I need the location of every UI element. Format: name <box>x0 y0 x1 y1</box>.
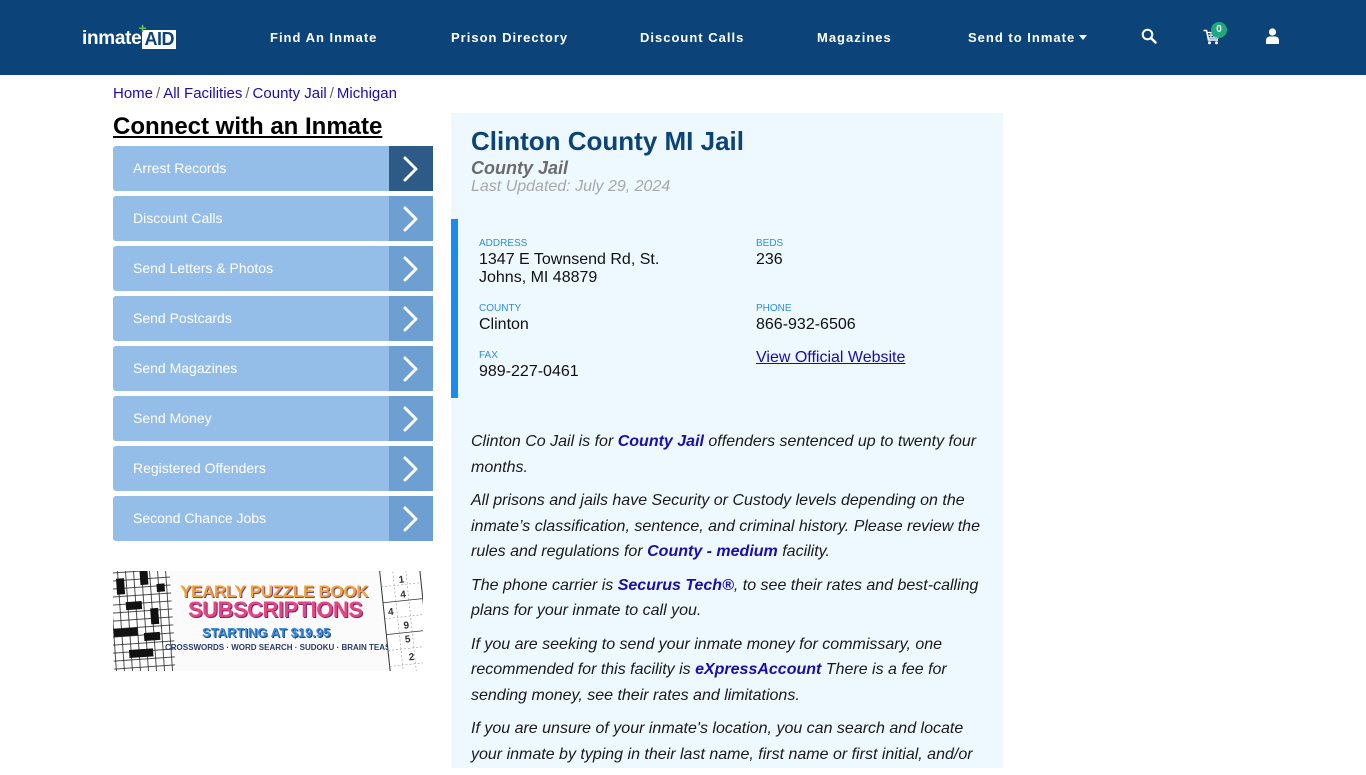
chevron-right-icon <box>389 246 433 291</box>
breadcrumb-county-jail[interactable]: County Jail <box>253 85 327 102</box>
nav-magazines[interactable]: Magazines <box>817 30 892 46</box>
ad-subscriptions-text: SUBSCRIPTIONS <box>188 597 363 622</box>
address-line-2: Johns, MI 48879 <box>479 269 598 286</box>
address-field: ADDRESS 1347 E Townsend Rd, St. Johns, M… <box>479 238 729 287</box>
website-field: View Official Website <box>756 349 905 367</box>
facility-panel: Clinton County MI Jail County Jail Last … <box>451 113 1003 768</box>
chevron-right-icon <box>389 396 433 441</box>
top-navbar: inmate + AID Find An Inmate Prison Direc… <box>0 0 1366 75</box>
logo-text-inmate: inmate <box>82 28 142 49</box>
search-icon[interactable] <box>1141 28 1157 44</box>
county-jail-link[interactable]: County Jail <box>618 433 704 450</box>
logo-plus-icon: + <box>138 20 147 36</box>
description-paragraph: If you are seeking to send your inmate m… <box>471 632 986 709</box>
desc-text: Clinton Co Jail is for <box>471 433 618 450</box>
chevron-right-icon <box>389 346 433 391</box>
county-value: Clinton <box>479 316 529 333</box>
sidebar-menu: Arrest Records Discount Calls Send Lette… <box>113 146 433 546</box>
breadcrumb-separator: / <box>156 85 161 102</box>
chevron-right-icon <box>389 446 433 491</box>
inmateaid-logo[interactable]: inmate + AID <box>82 21 176 50</box>
beds-field: BEDS 236 <box>756 238 783 269</box>
description-paragraph: All prisons and jails have Security or C… <box>471 488 986 565</box>
chevron-right-icon <box>389 496 433 541</box>
logo-text-aid: + AID <box>138 21 176 49</box>
nav-discount-calls[interactable]: Discount Calls <box>640 30 744 46</box>
crossword-grid-graphic <box>113 571 175 671</box>
chevron-right-icon <box>389 196 433 241</box>
connect-with-inmate-heading: Connect with an Inmate <box>113 113 383 140</box>
beds-label: BEDS <box>756 238 784 249</box>
description-paragraph: If you are unsure of your inmate's locat… <box>471 720 973 763</box>
county-label: COUNTY <box>479 303 522 314</box>
facility-description: Clinton Co Jail is for County Jail offen… <box>471 429 986 775</box>
county-field: COUNTY Clinton <box>479 303 529 334</box>
sidebar-item-label: Send Postcards <box>133 310 232 326</box>
logo-aid-label: AID <box>144 29 174 49</box>
chevron-right-icon <box>389 296 433 341</box>
sidebar-item-registered-offenders[interactable]: Registered Offenders <box>113 446 433 491</box>
sidebar-item-label: Arrest Records <box>133 160 227 176</box>
address-label: ADDRESS <box>479 238 528 249</box>
cart-count-badge: 0 <box>1211 22 1227 38</box>
county-medium-link[interactable]: County - medium <box>647 543 778 560</box>
description-paragraph: The phone carrier is Securus Tech®, to s… <box>471 573 986 624</box>
beds-value: 236 <box>756 251 783 268</box>
view-official-website-link[interactable]: View Official Website <box>756 349 905 366</box>
caret-down-icon <box>1079 35 1088 40</box>
desc-text: The phone carrier is <box>471 576 618 594</box>
sidebar-item-send-money[interactable]: Send Money <box>113 396 433 441</box>
sidebar-item-label: Send Letters & Photos <box>133 260 274 276</box>
facility-type: County Jail <box>471 158 569 178</box>
breadcrumb: Home / All Facilities / County Jail / Michigan <box>113 85 397 103</box>
description-paragraph: Clinton Co Jail is for County Jail offen… <box>471 429 986 480</box>
phone-value[interactable]: 866-932-6506 <box>756 316 856 334</box>
fax-field: FAX 989-227-0461 <box>479 350 579 381</box>
breadcrumb-separator: / <box>245 85 250 102</box>
sidebar-item-send-letters-photos[interactable]: Send Letters & Photos <box>113 246 433 291</box>
sidebar-item-label: Send Magazines <box>133 360 238 376</box>
nav-send-to-inmate-label: Send to Inmate <box>968 30 1076 45</box>
sidebar-item-label: Registered Offenders <box>133 460 266 476</box>
nav-prison-directory[interactable]: Prison Directory <box>451 30 568 46</box>
ad-price-text: STARTING AT $19.95 <box>202 625 331 640</box>
phone-label: PHONE <box>756 303 792 314</box>
sidebar-item-label: Discount Calls <box>133 210 223 226</box>
breadcrumb-all-facilities[interactable]: All Facilities <box>163 85 242 102</box>
address-line-1: 1347 E Townsend Rd, St. <box>479 251 660 268</box>
nav-send-to-inmate-dropdown[interactable]: Send to Inmate <box>968 30 1088 46</box>
expressaccount-link[interactable]: eXpressAccount <box>695 661 821 678</box>
desc-text: facility. <box>777 543 830 560</box>
sidebar-item-arrest-records[interactable]: Arrest Records <box>113 146 433 191</box>
nav-find-an-inmate[interactable]: Find An Inmate <box>270 30 377 46</box>
breadcrumb-home[interactable]: Home <box>113 85 153 102</box>
facility-name-heading: Clinton County MI Jail <box>471 126 744 156</box>
sidebar-item-send-postcards[interactable]: Send Postcards <box>113 296 433 341</box>
phone-field: PHONE 866-932-6506 <box>756 303 856 334</box>
facility-info-box: ADDRESS 1347 E Townsend Rd, St. Johns, M… <box>451 219 1003 398</box>
sidebar-item-discount-calls[interactable]: Discount Calls <box>113 196 433 241</box>
puzzle-book-ad-banner[interactable]: YEARLY PUZZLE BOOK SUBSCRIPTIONS STARTIN… <box>113 571 423 671</box>
sudoku-grid-graphic: 1 4 4 9 5 2 <box>379 571 423 671</box>
fax-value: 989-227-0461 <box>479 363 579 380</box>
breadcrumb-michigan[interactable]: Michigan <box>337 85 397 102</box>
last-updated-date: Last Updated: July 29, 2024 <box>471 178 671 195</box>
chevron-right-icon <box>389 146 433 191</box>
fax-label: FAX <box>479 350 498 361</box>
sidebar-item-second-chance-jobs[interactable]: Second Chance Jobs <box>113 496 433 541</box>
ad-categories-text: CROSSWORDS · WORD SEARCH · SUDOKU · BRAI… <box>165 643 407 652</box>
sidebar-item-send-magazines[interactable]: Send Magazines <box>113 346 433 391</box>
sidebar-item-label: Second Chance Jobs <box>133 510 267 526</box>
breadcrumb-separator: / <box>329 85 334 102</box>
sidebar-item-label: Send Money <box>133 410 212 426</box>
securus-tech-link[interactable]: Securus Tech® <box>618 577 734 594</box>
user-icon[interactable] <box>1266 28 1279 44</box>
